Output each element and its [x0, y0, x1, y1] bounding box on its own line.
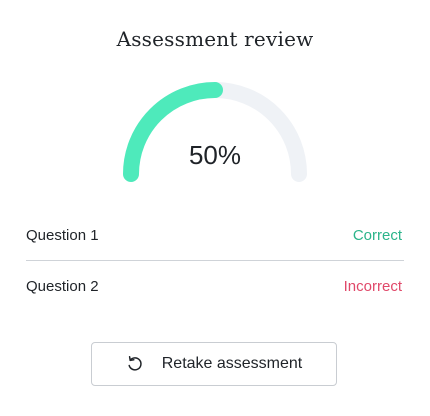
result-status: Correct: [352, 226, 402, 244]
score-value: 50%: [188, 140, 242, 170]
results-list: Question 1 Correct Question 2 Incorrect: [26, 210, 404, 311]
retake-button[interactable]: Retake assessment: [91, 342, 337, 386]
result-row: Question 1 Correct: [26, 210, 404, 260]
assessment-review-panel: Assessment review 50% Question 1 Correct…: [0, 0, 430, 416]
result-row: Question 2 Incorrect: [26, 260, 404, 311]
page-title: Assessment review: [116, 27, 314, 51]
retake-icon: [126, 355, 144, 373]
score-gauge: [123, 82, 307, 182]
result-status: Incorrect: [343, 277, 402, 295]
question-label: Question 2: [26, 277, 99, 295]
question-label: Question 1: [26, 226, 99, 244]
retake-button-label: Retake assessment: [161, 355, 303, 372]
